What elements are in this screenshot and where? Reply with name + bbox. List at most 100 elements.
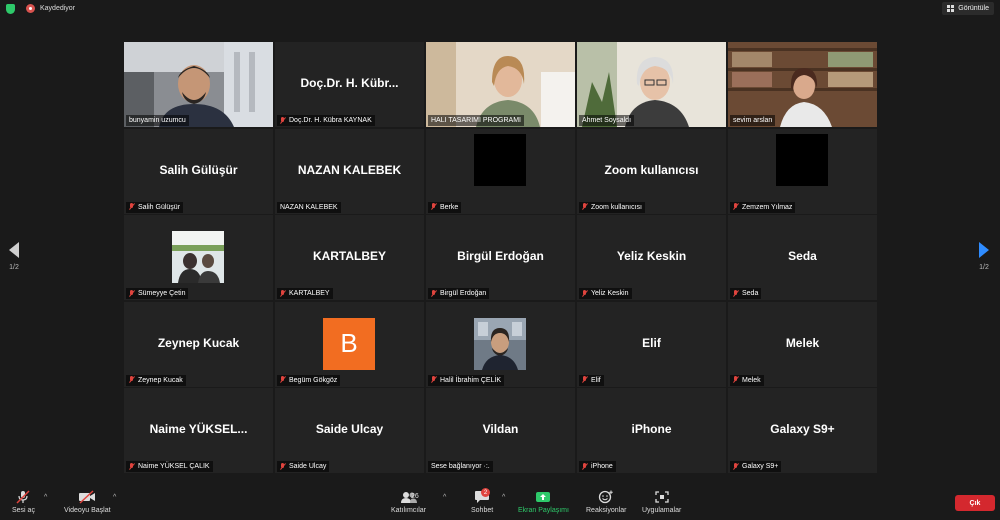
participants-options-caret[interactable]: ^ <box>443 494 446 501</box>
next-page-button[interactable]: 1/2 <box>974 238 994 284</box>
top-bar: Kaydediyor Görüntüle <box>0 0 1000 18</box>
participant-display-name: NAZAN KALEBEK <box>297 162 402 177</box>
participant-display-name: Seda <box>788 249 817 263</box>
participant-display-name: Elif <box>642 335 661 350</box>
participant-tile[interactable]: Salih Gülüşür Salih Gülüşür <box>124 128 273 214</box>
video-gallery: bunyamin uzumcu Doç.Dr. H. Kübr... Doç.D… <box>124 42 877 473</box>
participant-name-label: Galaxy S9+ <box>730 461 782 472</box>
participant-display-name: Yeliz Keskin <box>616 249 687 263</box>
participant-name-label: Ahmet Soysaldı <box>579 115 635 126</box>
apps-button[interactable]: Uygulamalar <box>642 490 681 514</box>
audio-options-caret[interactable]: ^ <box>44 494 47 501</box>
participant-tile[interactable]: Birgül Erdoğan Birgül Erdoğan <box>426 215 575 300</box>
apps-icon <box>654 491 669 503</box>
mic-muted-icon <box>129 289 135 298</box>
mic-muted-icon <box>280 376 286 384</box>
grid-view-icon <box>947 5 955 12</box>
participant-tile[interactable]: Zeynep Kucak Zeynep Kucak <box>124 301 273 387</box>
participant-tile[interactable]: KARTALBEY KARTALBEY <box>275 215 424 300</box>
participant-tile[interactable]: B Begüm Gökgöz <box>275 301 424 387</box>
participant-tile[interactable]: Melek Melek <box>728 301 877 387</box>
chat-label: Sohbet <box>471 507 494 514</box>
participant-tile[interactable]: Galaxy S9+ Galaxy S9+ <box>728 388 877 473</box>
mic-muted-icon <box>280 116 286 125</box>
record-icon <box>26 4 35 13</box>
smiley-plus-icon <box>599 490 613 504</box>
mic-muted-icon <box>129 203 135 211</box>
leave-meeting-button[interactable]: Çık <box>955 495 995 511</box>
participant-display-name: Saide Ulcay <box>315 422 384 436</box>
participants-button[interactable]: 26 Katılımcılar <box>391 490 426 514</box>
participant-tile[interactable]: iPhone iPhone <box>577 388 726 473</box>
participant-tile[interactable]: Yeliz Keskin Yeliz Keskin <box>577 215 726 300</box>
participant-name-label: bunyamin uzumcu <box>126 115 189 126</box>
participant-name-label: Saide Ulcay <box>277 461 330 472</box>
avatar-initial: B <box>323 317 375 370</box>
mic-muted-icon <box>733 462 739 471</box>
view-button[interactable]: Görüntüle <box>942 2 994 15</box>
mic-muted-icon <box>129 376 135 384</box>
participant-name-label: Naime YÜKSEL ÇALIK <box>126 461 213 472</box>
participant-display-name: Zoom kullanıcısı <box>604 162 699 177</box>
microphone-muted-icon <box>16 490 31 504</box>
share-screen-label: Ekran Paylaşımı <box>518 507 569 514</box>
participant-name-label: Sümeyye Çetin <box>126 288 189 299</box>
participant-display-name: Naime YÜKSEL... <box>149 422 248 436</box>
participant-tile[interactable]: Berke <box>426 128 575 214</box>
mic-muted-icon <box>431 289 437 298</box>
participant-tile-video[interactable]: sevim arslan <box>728 42 877 127</box>
participant-tile-active-speaker[interactable]: Ahmet Soysaldı <box>577 42 726 127</box>
participant-display-name: Vildan <box>482 422 519 436</box>
participant-name-label: sevim arslan <box>730 115 776 126</box>
participant-tile[interactable]: Vildan Sese bağlanıyor ·:. <box>426 388 575 473</box>
participant-tile[interactable]: NAZAN KALEBEK NAZAN KALEBEK <box>275 128 424 214</box>
mic-muted-icon <box>582 376 588 384</box>
participant-tile[interactable]: Elif Elif <box>577 301 726 387</box>
participant-display-name: Salih Gülüşür <box>159 162 238 177</box>
participant-tile[interactable]: Naime YÜKSEL... Naime YÜKSEL ÇALIK <box>124 388 273 473</box>
start-video-button[interactable]: Videoyu Başlat <box>64 490 111 514</box>
mic-muted-icon <box>431 376 437 384</box>
participant-tile[interactable]: Seda Seda <box>728 215 877 300</box>
share-screen-button[interactable]: Ekran Paylaşımı <box>518 490 569 514</box>
participant-name-label: Birgül Erdoğan <box>428 288 490 299</box>
participant-name-label: Begüm Gökgöz <box>277 374 341 386</box>
profile-picture <box>172 231 224 283</box>
previous-page-button[interactable]: 1/2 <box>4 238 24 284</box>
participant-display-name: KARTALBEY <box>312 249 387 263</box>
profile-picture <box>474 317 526 370</box>
chat-button[interactable]: 2 Sohbet <box>471 488 494 514</box>
chat-unread-badge: 2 <box>481 488 490 497</box>
shield-icon[interactable] <box>6 4 15 14</box>
participant-display-name: Doç.Dr. H. Kübr... <box>300 76 399 90</box>
participant-tile[interactable]: Saide Ulcay Saide Ulcay <box>275 388 424 473</box>
unmute-button[interactable]: Sesi aç <box>12 490 35 514</box>
chat-options-caret[interactable]: ^ <box>502 494 505 501</box>
participants-label: Katılımcılar <box>391 507 427 514</box>
participants-count: 26 <box>411 493 419 500</box>
mic-muted-icon <box>733 203 739 211</box>
mic-muted-icon <box>582 289 588 298</box>
participant-tile-video[interactable]: bunyamin uzumcu <box>124 42 273 127</box>
participant-name-label: Salih Gülüşür <box>126 201 184 213</box>
mic-muted-icon <box>129 462 135 471</box>
meeting-toolbar: Sesi aç ^ Videoyu Başlat ^ 26 Katılımcıl… <box>0 488 1000 520</box>
participant-name-label: Elif <box>579 374 604 386</box>
reactions-button[interactable]: Reaksiyonlar <box>586 490 626 514</box>
participant-tile[interactable]: Halil İbrahim ÇELİK <box>426 301 575 387</box>
participant-name-label: Zoom kullanıcısı <box>579 201 645 213</box>
participant-tile[interactable]: Zemzem Yılmaz <box>728 128 877 214</box>
video-options-caret[interactable]: ^ <box>113 494 116 501</box>
mic-muted-icon <box>280 289 286 298</box>
participant-tile-video[interactable]: HALI TASARIMI PROGRAMI <box>426 42 575 127</box>
participant-tile[interactable]: Zoom kullanıcısı Zoom kullanıcısı <box>577 128 726 214</box>
view-button-label: Görüntüle <box>958 5 989 12</box>
video-off-icon <box>79 490 96 504</box>
participant-name-label: Melek <box>730 374 764 386</box>
mic-muted-icon <box>582 462 588 471</box>
participant-tile[interactable]: Sümeyye Çetin <box>124 215 273 300</box>
reactions-label: Reaksiyonlar <box>586 507 627 514</box>
participant-display-name: iPhone <box>631 422 672 436</box>
participant-name-label: Yeliz Keskin <box>579 288 632 299</box>
participant-tile[interactable]: Doç.Dr. H. Kübr... Doç.Dr. H. Kübra KAYN… <box>275 42 424 127</box>
